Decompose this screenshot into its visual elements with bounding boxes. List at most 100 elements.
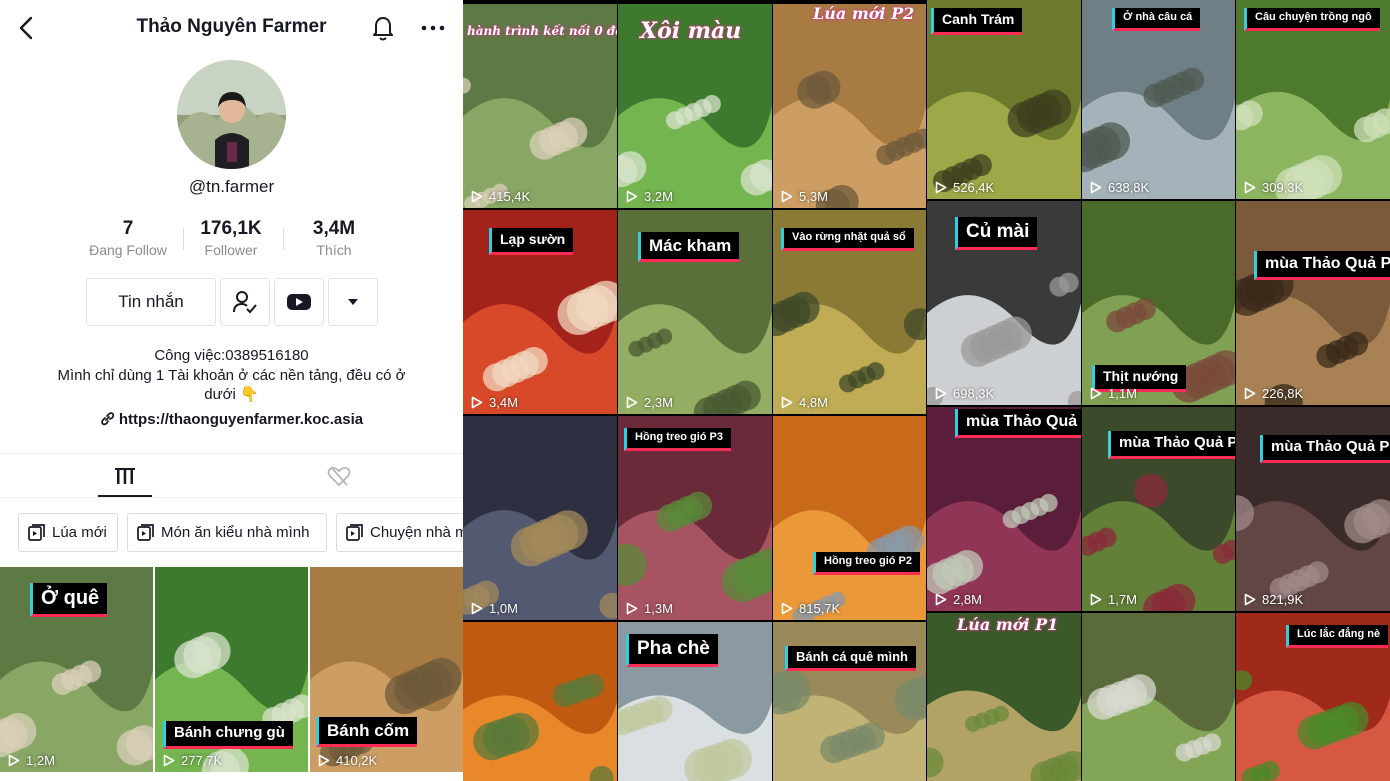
view-count: 277,7K [163, 753, 222, 768]
video-thumbnail-image [463, 622, 617, 781]
youtube-button[interactable] [274, 278, 324, 326]
youtube-icon [287, 294, 311, 310]
video-thumbnail-image [463, 416, 617, 620]
video-tile[interactable]: Bánh cốm 410,2K [310, 567, 463, 772]
more-options-icon[interactable] [421, 16, 445, 40]
video-title-label: Lúc lắc đẳng nè [1286, 625, 1389, 648]
video-tile[interactable]: Lạp sườn 3,4M [463, 210, 617, 414]
hidden-heart-icon [327, 465, 351, 486]
video-title-label: Củ mài [955, 217, 1038, 250]
playlist-chip-3[interactable]: Chuyện nhà m [336, 513, 463, 552]
play-icon [781, 396, 793, 409]
view-count: 698,3K [935, 386, 994, 401]
playlist-chip-2[interactable]: Món ăn kiểu nhà mình [127, 513, 327, 552]
video-title-label: Canh Trám [931, 8, 1023, 35]
video-tile[interactable]: Canh Trám 526,4K [927, 0, 1081, 199]
playlist-chip-label: Lúa mới [52, 524, 107, 541]
view-count-value: 2,3M [644, 395, 673, 410]
play-icon [471, 602, 483, 615]
view-count: 309,3K [1244, 180, 1303, 195]
video-title-label: mùa Thảo Quả P4 [1254, 251, 1390, 280]
view-count: 2,8M [935, 592, 982, 607]
video-tile[interactable]: mùa Thảo Quả P3 2,8M [927, 407, 1081, 611]
video-title-label: Lúa mới P1 [957, 615, 1059, 634]
play-icon [935, 387, 947, 400]
view-count: 638,8K [1090, 180, 1149, 195]
view-count-value: 4,8M [799, 395, 828, 410]
view-count-value: 1,2M [26, 753, 55, 768]
video-title-label: mùa Thảo Quả P1 [1260, 435, 1390, 463]
caret-down-icon [348, 299, 358, 305]
tab-videos[interactable] [98, 454, 152, 497]
tab-liked[interactable] [312, 454, 366, 497]
avatar[interactable] [177, 60, 286, 169]
video-tile[interactable]: Bánh chưng gù 277,7K [155, 567, 308, 772]
video-title-label: mùa Thảo Quả P3 [955, 409, 1081, 438]
friend-check-button[interactable] [220, 278, 270, 326]
video-thumbnail-image [1236, 201, 1390, 405]
video-tile[interactable]: mùa Thảo Quả P1 821,9K [1236, 407, 1390, 611]
message-button[interactable]: Tin nhắn [86, 278, 216, 326]
video-tile[interactable] [463, 622, 617, 781]
video-title-label: Pha chè [626, 634, 718, 667]
view-count: 415,4K [471, 189, 530, 204]
play-icon [781, 602, 793, 615]
video-tile[interactable]: Ở nhà câu cá 638,8K [1082, 0, 1235, 199]
view-count: 1,7M [1090, 592, 1137, 607]
video-tile[interactable] [1082, 613, 1235, 781]
play-icon [471, 396, 483, 409]
username-handle: @tn.farmer [188, 177, 275, 196]
user-check-icon [233, 291, 257, 314]
profile-link[interactable]: https://thaonguyenfarmer.koc.asia [0, 411, 463, 428]
view-count: 821,9K [1244, 592, 1303, 607]
video-title-label: mùa Thảo Quả P2 [1108, 431, 1235, 459]
playlist-icon [28, 524, 45, 541]
video-tile[interactable]: Mác kham 2,3M [618, 210, 772, 414]
dropdown-button[interactable] [328, 278, 378, 326]
following-label: Đang Follow [89, 242, 167, 258]
video-title-label: Lúa mới P2 [813, 4, 915, 23]
video-tile[interactable]: Hồng treo gió P3 1,3M [618, 416, 772, 620]
video-tile[interactable]: Câu chuyện trồng ngô 309,3K [1236, 0, 1390, 199]
view-count-value: 526,4K [953, 180, 995, 195]
video-tile[interactable]: Vào rừng nhặt quả sổ 4,8M [773, 210, 926, 414]
video-tile[interactable]: Pha chè [618, 622, 772, 781]
link-icon [101, 412, 115, 426]
video-tile[interactable]: mùa Thảo Quả P2 1,7M [1082, 407, 1235, 611]
following-stat[interactable]: 7 Đang Follow [73, 218, 183, 258]
view-count: 226,8K [1244, 386, 1303, 401]
bell-icon[interactable] [371, 14, 395, 42]
view-count-value: 3,4M [489, 395, 518, 410]
video-tile[interactable]: hành trình kết nối 0 đồng 415,4K [463, 4, 617, 208]
playlist-chip-1[interactable]: Lúa mới [18, 513, 118, 552]
followers-label: Follower [204, 242, 258, 258]
view-count: 1,3M [626, 601, 673, 616]
video-thumbnail-image [773, 416, 926, 620]
video-tile[interactable]: Xôi màu 3,2M [618, 4, 772, 208]
video-title-label: Vào rừng nhặt quả sổ [781, 228, 914, 251]
video-tile[interactable]: Hồng treo gió P2 815,7K [773, 416, 926, 620]
followers-stat[interactable]: 176,1K Follower [176, 218, 286, 258]
video-thumbnail-image [773, 4, 926, 208]
likes-stat[interactable]: 3,4M Thích [279, 218, 389, 258]
video-tile[interactable]: 1,0M [463, 416, 617, 620]
video-tile[interactable]: mùa Thảo Quả P4 226,8K [1236, 201, 1390, 405]
video-title-label: Hồng treo gió P2 [813, 552, 920, 575]
followers-count: 176,1K [200, 218, 262, 239]
video-tile[interactable]: Củ mài 698,3K [927, 201, 1081, 405]
video-tile[interactable]: Ở quê 1,2M [0, 567, 153, 772]
play-icon [781, 190, 793, 203]
video-tile[interactable]: Lúc lắc đẳng nè [1236, 613, 1390, 781]
view-count-value: 815,7K [799, 601, 841, 616]
video-tile[interactable]: Lúa mới P1 [927, 613, 1081, 781]
video-tile[interactable]: Thịt nướng 1,1M [1082, 201, 1235, 405]
video-tile[interactable]: Bánh cá quê mình [773, 622, 926, 781]
play-icon [1090, 387, 1102, 400]
view-count-value: 5,3M [799, 189, 828, 204]
view-count-value: 1,1M [1108, 386, 1137, 401]
play-icon [1090, 593, 1102, 606]
play-icon [935, 181, 947, 194]
video-tile[interactable]: Lúa mới P2 5,3M [773, 4, 926, 208]
video-title-label: Hồng treo gió P3 [624, 428, 731, 451]
video-title-label: Ở quê [30, 583, 108, 617]
